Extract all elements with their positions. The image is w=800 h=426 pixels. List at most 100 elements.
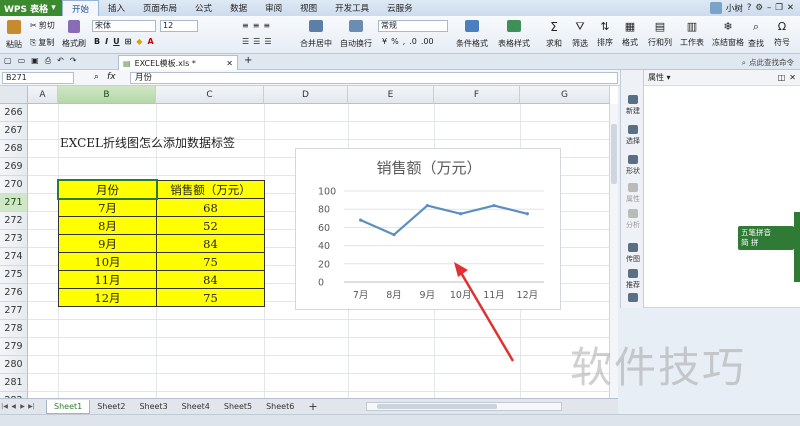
- paste-button[interactable]: 粘贴: [6, 20, 22, 50]
- row-header[interactable]: 276: [0, 284, 28, 302]
- font-name-select[interactable]: 宋体: [92, 20, 156, 32]
- new-button[interactable]: 新建: [621, 90, 645, 118]
- prev-sheet-icon[interactable]: ◀: [9, 402, 18, 412]
- format-painter-button[interactable]: 格式刷: [62, 20, 86, 49]
- tab-page-layout[interactable]: 页面布局: [134, 0, 186, 16]
- open-icon[interactable]: ▭: [18, 56, 26, 66]
- percent-icon[interactable]: %: [391, 37, 399, 46]
- sheet-tab-sheet6[interactable]: Sheet6: [259, 400, 301, 414]
- find-button[interactable]: ⌕ 查找: [748, 20, 764, 49]
- underline-icon[interactable]: U: [113, 37, 120, 46]
- bold-icon[interactable]: B: [94, 37, 100, 46]
- fx-icon[interactable]: fx: [107, 72, 116, 82]
- select-all-corner[interactable]: [0, 86, 28, 104]
- tab-view[interactable]: 视图: [291, 0, 326, 16]
- table-header-month[interactable]: 月份: [58, 180, 157, 199]
- settings-icon[interactable]: ⚙: [755, 3, 763, 13]
- ime-toolbar[interactable]: 五笔拼音 简 拼: [738, 226, 794, 250]
- align-bottom-icon[interactable]: ≡: [263, 21, 270, 30]
- font-color-icon[interactable]: A: [147, 37, 153, 46]
- tab-insert[interactable]: 插入: [99, 0, 134, 16]
- row-header[interactable]: 273: [0, 230, 28, 248]
- conditional-format-button[interactable]: 条件格式: [456, 20, 488, 49]
- symbol-button[interactable]: Ω 符号: [774, 20, 790, 48]
- wrap-text-button[interactable]: 自动换行: [340, 20, 372, 49]
- help-icon[interactable]: ?: [747, 3, 752, 13]
- align-middle-icon[interactable]: ≡: [253, 21, 260, 30]
- properties-button[interactable]: 属性: [621, 178, 645, 206]
- column-header-d[interactable]: D: [264, 86, 348, 104]
- first-sheet-icon[interactable]: |◀: [0, 402, 9, 412]
- data-point[interactable]: [359, 218, 363, 222]
- table-cell-sales[interactable]: 52: [156, 216, 265, 235]
- horizontal-scroll-thumb[interactable]: [377, 404, 497, 409]
- horizontal-scrollbar[interactable]: [366, 402, 562, 411]
- sheet-tab-sheet3[interactable]: Sheet3: [132, 400, 174, 414]
- data-point[interactable]: [525, 212, 529, 216]
- row-header[interactable]: 268: [0, 140, 28, 158]
- align-top-icon[interactable]: ≡: [242, 21, 249, 30]
- column-header-e[interactable]: E: [348, 86, 434, 104]
- table-cell-sales[interactable]: 75: [156, 288, 265, 307]
- filter-button[interactable]: ⛛ 筛选: [572, 20, 588, 49]
- align-left-icon[interactable]: ☰: [242, 37, 249, 46]
- tab-cloud[interactable]: 云服务: [378, 0, 422, 16]
- column-header-c[interactable]: C: [156, 86, 264, 104]
- column-header-b[interactable]: B: [58, 86, 156, 104]
- row-header[interactable]: 275: [0, 266, 28, 284]
- close-tab-icon[interactable]: ✕: [226, 59, 237, 68]
- row-header[interactable]: 277: [0, 302, 28, 320]
- table-cell-month[interactable]: 8月: [58, 216, 157, 235]
- file-tab[interactable]: ▤ EXCEL模板.xls * ✕: [118, 55, 238, 70]
- table-cell-sales[interactable]: 68: [156, 198, 265, 217]
- recommend-button[interactable]: 推荐: [621, 264, 645, 292]
- row-header[interactable]: 278: [0, 320, 28, 338]
- formula-input[interactable]: 月份: [130, 72, 618, 84]
- print-icon[interactable]: ⎙: [45, 56, 51, 66]
- table-cell-month[interactable]: 12月: [58, 288, 157, 307]
- font-size-select[interactable]: 12: [160, 20, 198, 32]
- tab-data[interactable]: 数据: [221, 0, 256, 16]
- italic-icon[interactable]: I: [105, 37, 108, 46]
- sheet-tab-sheet1[interactable]: Sheet1: [46, 399, 91, 414]
- data-point[interactable]: [492, 203, 496, 208]
- data-point[interactable]: [392, 233, 396, 237]
- app-menu-button[interactable]: WPS 表格 ▾: [0, 0, 62, 16]
- sum-button[interactable]: Σ 求和: [546, 20, 562, 49]
- tab-developer[interactable]: 开发工具: [326, 0, 378, 16]
- redo-icon[interactable]: ↷: [70, 56, 77, 66]
- currency-icon[interactable]: ¥: [382, 37, 387, 46]
- add-sheet-button[interactable]: +: [301, 400, 324, 414]
- decrease-decimal-icon[interactable]: .00: [421, 37, 434, 46]
- undo-icon[interactable]: ↶: [57, 56, 64, 66]
- user-name[interactable]: 小树: [726, 2, 743, 14]
- increase-decimal-icon[interactable]: .0: [409, 37, 417, 46]
- row-header[interactable]: 272: [0, 212, 28, 230]
- pane-title[interactable]: 属性 ▾: [648, 72, 671, 83]
- upload-image-button[interactable]: 传图: [621, 238, 645, 266]
- border-icon[interactable]: ⊞: [125, 37, 132, 46]
- table-header-sales[interactable]: 销售额（万元）: [156, 180, 265, 199]
- sheet-tab-sheet4[interactable]: Sheet4: [175, 400, 217, 414]
- row-header[interactable]: 279: [0, 338, 28, 356]
- align-right-icon[interactable]: ☰: [264, 37, 271, 46]
- column-header-f[interactable]: F: [434, 86, 520, 104]
- minimize-icon[interactable]: –: [767, 3, 771, 13]
- thousands-icon[interactable]: ,: [403, 37, 406, 46]
- new-icon[interactable]: ▢: [4, 56, 12, 66]
- command-search[interactable]: ⌕ 点此查找命令: [644, 55, 800, 70]
- cut-button[interactable]: ✂ 剪切: [30, 20, 55, 31]
- data-point[interactable]: [425, 203, 429, 208]
- zoom-icon[interactable]: ⌕: [94, 72, 99, 82]
- avatar[interactable]: [709, 2, 722, 14]
- sort-button[interactable]: ⇅ 排序: [597, 20, 613, 48]
- align-center-icon[interactable]: ☰: [253, 37, 260, 46]
- more-button[interactable]: [621, 290, 645, 306]
- table-style-button[interactable]: 表格样式: [498, 20, 530, 49]
- table-cell-month[interactable]: 9月: [58, 234, 157, 253]
- row-header[interactable]: 266: [0, 104, 28, 122]
- line-chart[interactable]: 销售额（万元） 0 20 40 60 80 100 7月 8月 9月 10月 11月 12月: [295, 148, 561, 310]
- row-header[interactable]: 267: [0, 122, 28, 140]
- copy-button[interactable]: ⎘ 复制: [30, 37, 54, 48]
- column-header-a[interactable]: A: [28, 86, 58, 104]
